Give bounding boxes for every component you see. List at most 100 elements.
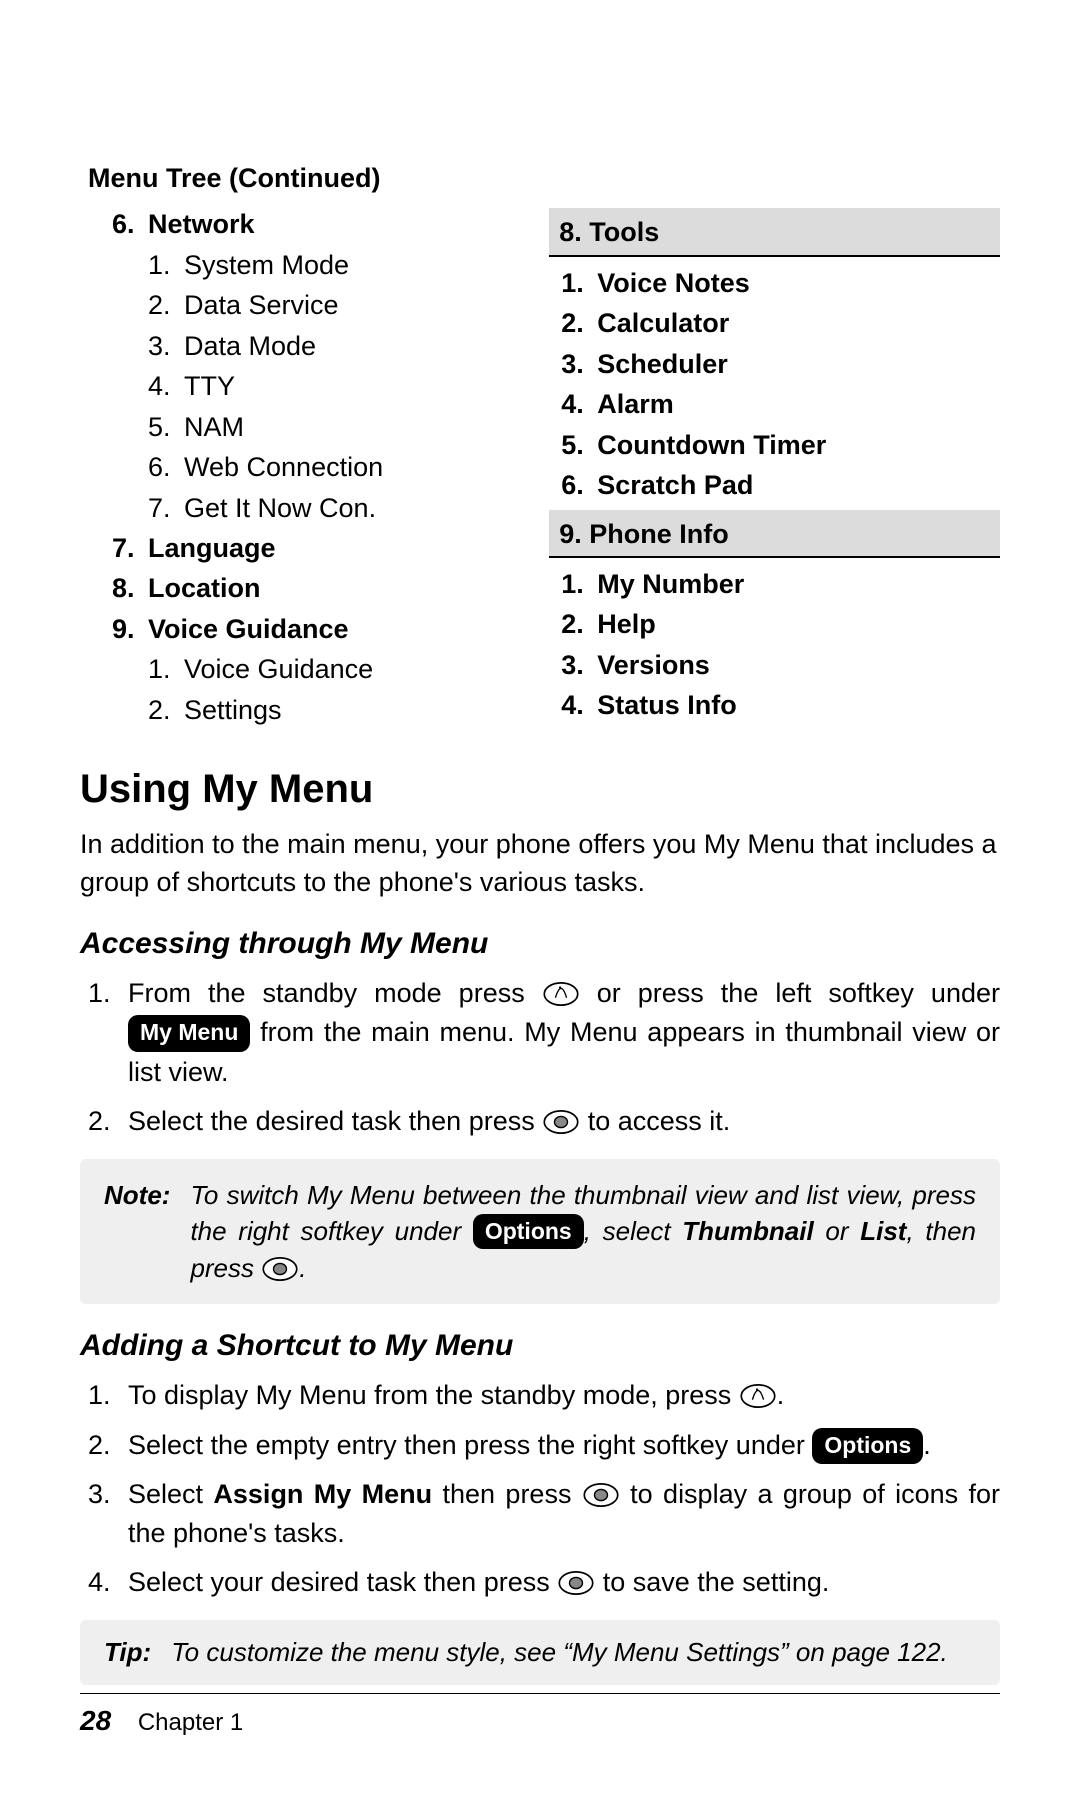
item-label: Scheduler bbox=[597, 346, 728, 382]
item-label: TTY bbox=[184, 368, 235, 404]
item-label: Data Service bbox=[184, 287, 339, 323]
menu-item: 1.My Number bbox=[549, 566, 1000, 602]
item-label: Network bbox=[148, 206, 255, 242]
item-label: Alarm bbox=[597, 386, 674, 422]
section-heading-using-my-menu: Using My Menu bbox=[80, 762, 1000, 816]
item-label: Web Connection bbox=[184, 449, 383, 485]
item-number: 7. bbox=[112, 530, 148, 566]
item-label: Countdown Timer bbox=[597, 427, 826, 463]
step-number: 4. bbox=[80, 1563, 128, 1602]
text: Select bbox=[128, 1479, 213, 1509]
item-number: 7. bbox=[148, 490, 184, 526]
menu-item: 6.Scratch Pad bbox=[549, 467, 1000, 503]
options-pill: Options bbox=[812, 1428, 923, 1464]
item-number: 2. bbox=[148, 692, 184, 728]
menu-tree-columns: 6.Network1.System Mode2.Data Service3.Da… bbox=[80, 202, 1000, 732]
menu-item: 1.Voice Notes bbox=[549, 265, 1000, 301]
ok-key-icon bbox=[582, 1480, 620, 1506]
item-label: Language bbox=[148, 530, 276, 566]
menu-item: 1.Voice Guidance bbox=[80, 651, 509, 687]
item-number: 2. bbox=[561, 606, 597, 642]
item-number: 6. bbox=[112, 206, 148, 242]
step-number: 2. bbox=[80, 1102, 128, 1141]
text: then press bbox=[432, 1479, 582, 1509]
menu-item: 5.NAM bbox=[80, 409, 509, 445]
item-number: 6. bbox=[561, 467, 597, 503]
menu-item: 6.Web Connection bbox=[80, 449, 509, 485]
text: To display My Menu from the standby mode… bbox=[128, 1380, 739, 1410]
text: or press the left softkey un­der bbox=[580, 978, 1000, 1008]
menu-item: 2.Calculator bbox=[549, 305, 1000, 341]
item-label: My Number bbox=[597, 566, 744, 602]
item-label: Scratch Pad bbox=[597, 467, 753, 503]
menu-item: 2.Help bbox=[549, 606, 1000, 642]
menu-item: 4.Status Info bbox=[549, 687, 1000, 723]
ok-key-icon bbox=[557, 1568, 595, 1594]
page-footer: 28 Chapter 1 bbox=[80, 1693, 1000, 1740]
mymenu-key-icon bbox=[542, 979, 580, 1005]
note-content: To switch My Menu between the thumbnail … bbox=[190, 1177, 976, 1286]
item-label: NAM bbox=[184, 409, 244, 445]
note-label: Note: bbox=[104, 1177, 170, 1286]
ok-key-icon bbox=[542, 1107, 580, 1133]
step-number: 2. bbox=[80, 1426, 128, 1465]
text: from the main menu. My Menu appears in t… bbox=[128, 1017, 1000, 1086]
adding-steps: 1. To display My Menu from the standby m… bbox=[80, 1376, 1000, 1602]
item-number: 6. bbox=[148, 449, 184, 485]
menu-item: 3.Scheduler bbox=[549, 346, 1000, 382]
options-pill: Options bbox=[473, 1214, 584, 1249]
item-label: Status Info bbox=[597, 687, 737, 723]
item-label: Versions bbox=[597, 647, 710, 683]
text: . bbox=[923, 1430, 931, 1460]
item-number: 1. bbox=[148, 247, 184, 283]
item-number: 4. bbox=[561, 386, 597, 422]
accessing-step-2: 2. Select the desired task then press to… bbox=[80, 1102, 1000, 1141]
accessing-step-1: 1. From the standby mode press or press … bbox=[80, 974, 1000, 1091]
menu-tree-left-column: 6.Network1.System Mode2.Data Service3.Da… bbox=[80, 202, 509, 732]
adding-step-4: 4. Select your desired task then press t… bbox=[80, 1563, 1000, 1602]
item-label: Voice Guidance bbox=[184, 651, 373, 687]
text: Select your desired task then press bbox=[128, 1567, 557, 1597]
item-number: 5. bbox=[148, 409, 184, 445]
chapter-label: Chapter 1 bbox=[138, 1709, 243, 1736]
page-number: 28 bbox=[80, 1705, 111, 1736]
manual-page: Menu Tree (Continued) 6.Network1.System … bbox=[0, 0, 1080, 1800]
item-label: Location bbox=[148, 570, 261, 606]
item-number: 5. bbox=[561, 427, 597, 463]
ok-key-icon bbox=[261, 1255, 299, 1281]
item-label: Settings bbox=[184, 692, 282, 728]
item-number: 4. bbox=[561, 687, 597, 723]
step-number: 3. bbox=[80, 1475, 128, 1553]
item-number: 8. bbox=[112, 570, 148, 606]
item-label: Calculator bbox=[597, 305, 729, 341]
menu-item: 2.Settings bbox=[80, 692, 509, 728]
text: Select the desired task then press bbox=[128, 1106, 542, 1136]
menu-tree-right-column: 8. Tools1.Voice Notes2.Calculator3.Sched… bbox=[549, 202, 1000, 732]
text: to access it. bbox=[580, 1106, 730, 1136]
item-number: 2. bbox=[148, 287, 184, 323]
tip-label: Tip: bbox=[104, 1634, 151, 1670]
intro-paragraph: In addition to the main menu, your phone… bbox=[80, 826, 1000, 902]
menu-item: 7.Get It Now Con. bbox=[80, 490, 509, 526]
item-number: 1. bbox=[561, 566, 597, 602]
item-number: 4. bbox=[148, 368, 184, 404]
item-number: 9. bbox=[112, 611, 148, 647]
step-number: 1. bbox=[80, 1376, 128, 1415]
menu-item: 9.Voice Guidance bbox=[80, 611, 509, 647]
adding-step-2: 2. Select the empty entry then press the… bbox=[80, 1426, 1000, 1465]
item-label: Get It Now Con. bbox=[184, 490, 376, 526]
subheading-accessing: Accessing through My Menu bbox=[80, 924, 1000, 965]
menu-item: 1.System Mode bbox=[80, 247, 509, 283]
item-number: 2. bbox=[561, 305, 597, 341]
menu-item: 4.TTY bbox=[80, 368, 509, 404]
text: Select the empty entry then press the ri… bbox=[128, 1430, 812, 1460]
menu-item: 7.Language bbox=[80, 530, 509, 566]
item-label: Help bbox=[597, 606, 656, 642]
item-label: System Mode bbox=[184, 247, 349, 283]
menu-item: 5.Countdown Timer bbox=[549, 427, 1000, 463]
item-label: Data Mode bbox=[184, 328, 316, 364]
item-number: 1. bbox=[561, 265, 597, 301]
item-number: 3. bbox=[148, 328, 184, 364]
bold-text: Assign My Menu bbox=[213, 1479, 432, 1509]
adding-step-3: 3. Select Assign My Menu then press to d… bbox=[80, 1475, 1000, 1553]
